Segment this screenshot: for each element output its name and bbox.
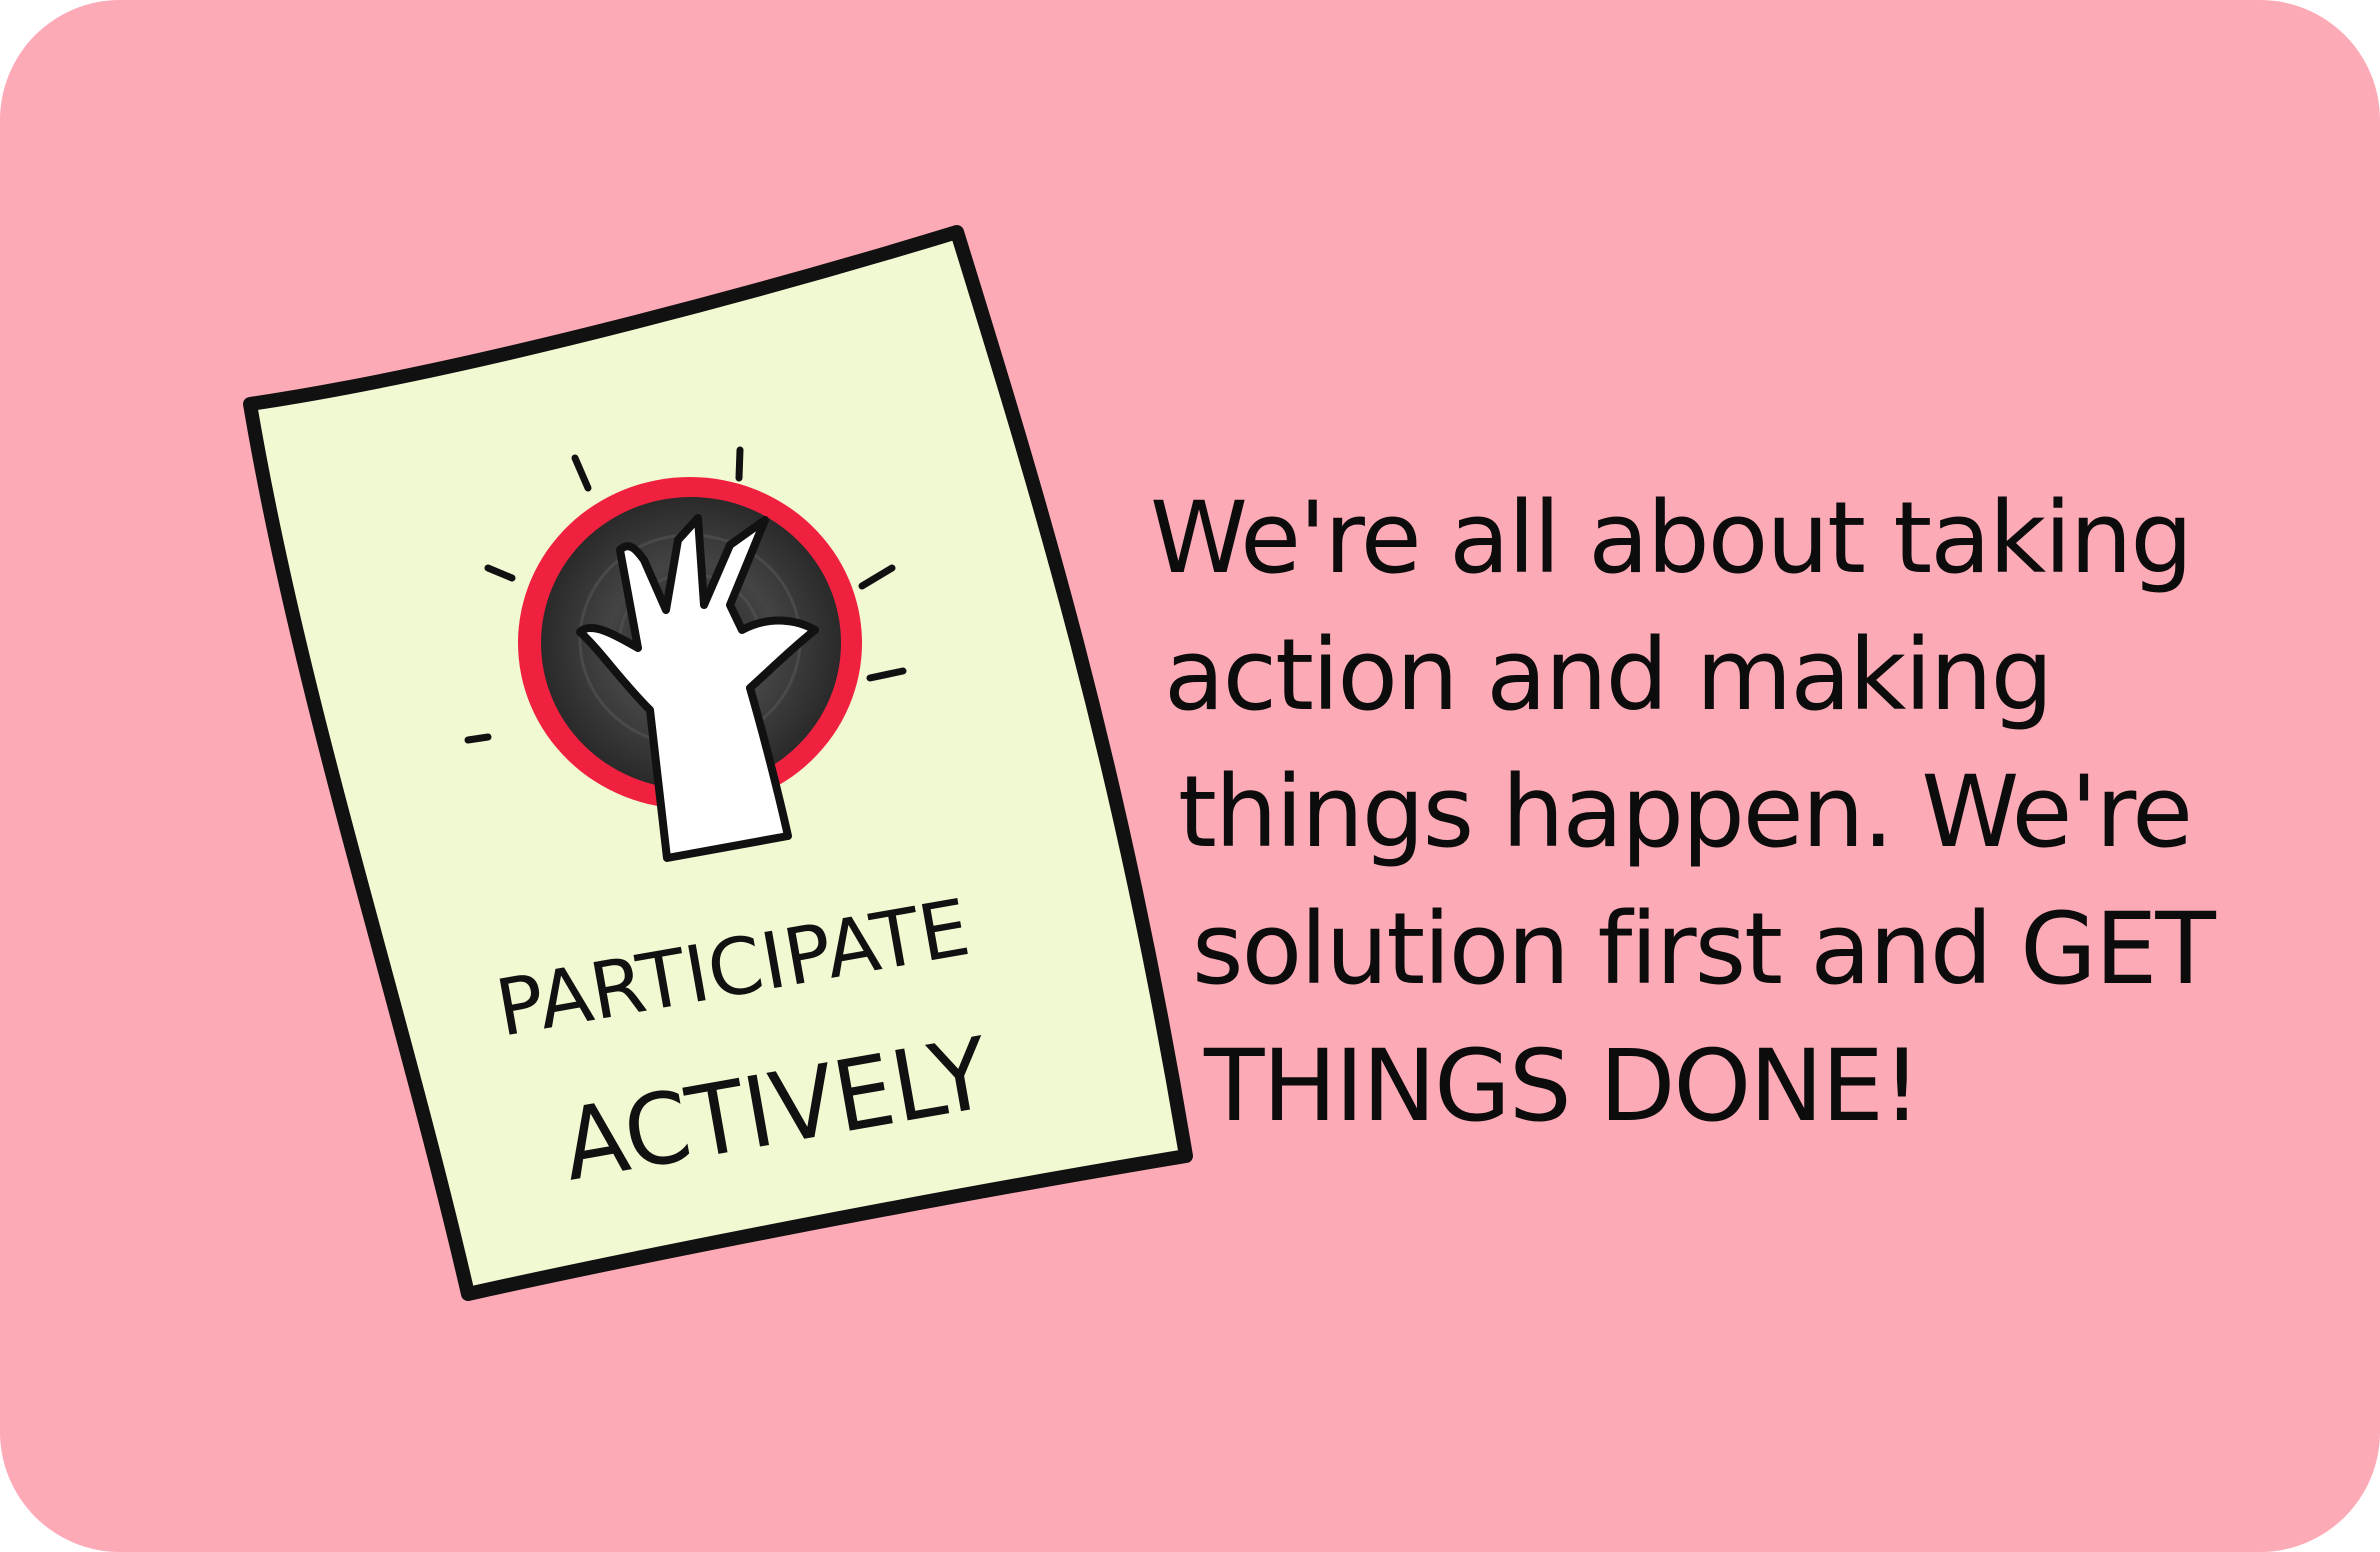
participate-actively-poster: PARTICIPATE ACTIVELY: [243, 225, 1193, 1301]
value-card: PARTICIPATE ACTIVELY We're all about tak…: [0, 0, 2380, 1552]
value-statement-line-5: THINGS DONE!: [1204, 1029, 1922, 1144]
value-statement: We're all about taking action and making…: [1150, 470, 2370, 1155]
value-statement-line-4: solution first and GET: [1192, 892, 2216, 1007]
value-statement-line-3: things happen. We're: [1178, 755, 2193, 870]
value-statement-line-2: action and making: [1164, 618, 2053, 733]
value-statement-line-1: We're all about taking: [1150, 481, 2193, 596]
